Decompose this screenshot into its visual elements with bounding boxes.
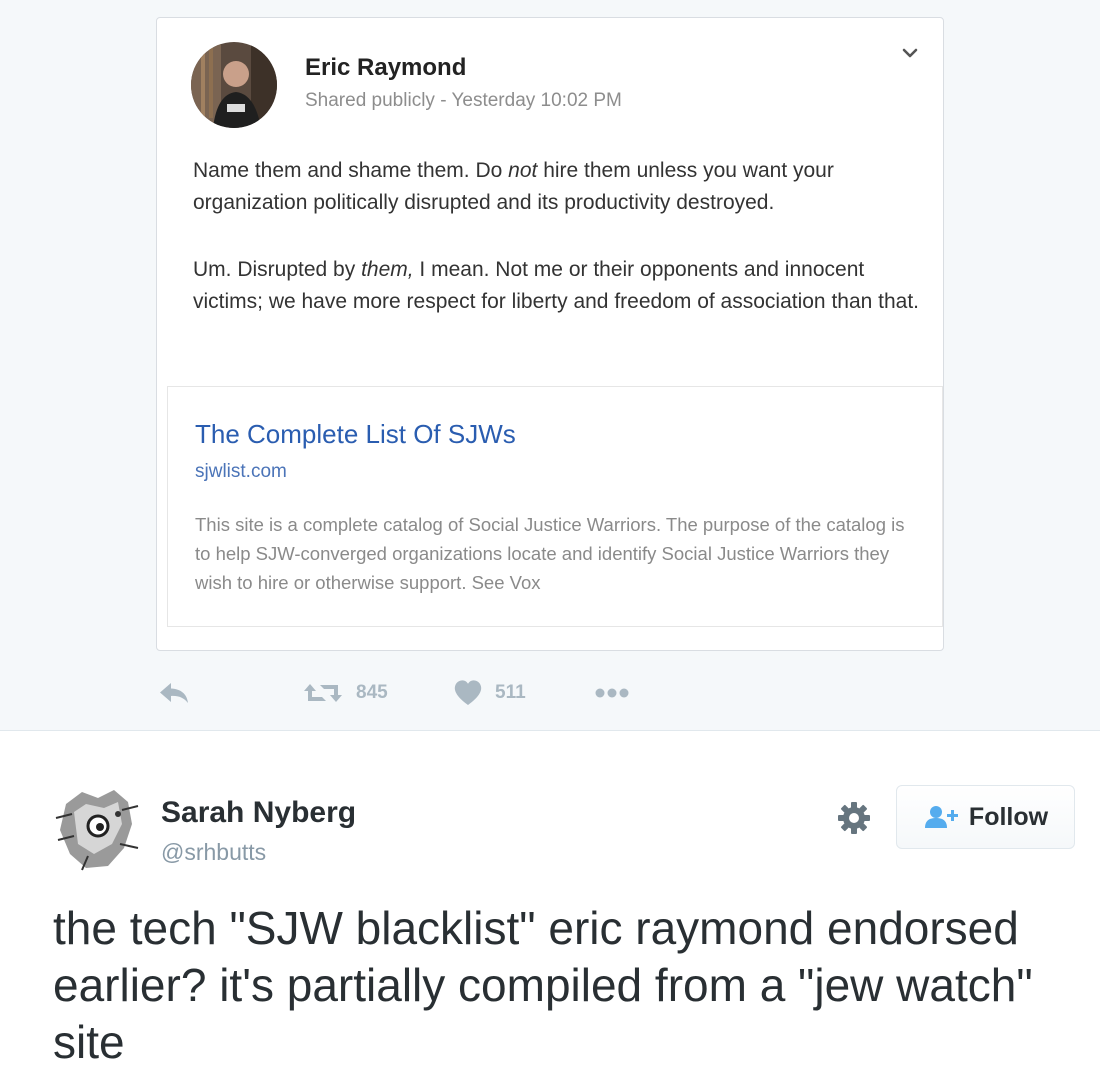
retweet-icon <box>304 684 342 702</box>
retweet-count: 845 <box>356 682 388 703</box>
post-author-name[interactable]: Eric Raymond <box>305 54 466 82</box>
like-button[interactable]: 511 <box>453 677 526 709</box>
more-options-button[interactable] <box>594 677 630 709</box>
link-description: This site is a complete catalog of Socia… <box>195 514 905 593</box>
post-paragraph-2: Um. Disrupted by them, I mean. Not me or… <box>193 258 920 313</box>
follow-label: Follow <box>968 802 1049 831</box>
chevron-down-icon[interactable] <box>901 44 919 62</box>
tweet-author-name[interactable]: Sarah Nyberg <box>161 796 356 830</box>
meta-separator: - <box>434 90 452 111</box>
follow-button[interactable]: Follow <box>896 785 1075 849</box>
tweet-author-handle[interactable]: @srhbutts <box>161 839 266 866</box>
embedded-post-card: Eric Raymond Shared publicly - Yesterday… <box>156 17 944 651</box>
link-preview-card[interactable]: The Complete List Of SJWs sjwlist.com Th… <box>167 386 943 627</box>
post-paragraph-1: Name them and shame them. Do not hire th… <box>193 159 834 214</box>
post-meta: Shared publicly - Yesterday 10:02 PM <box>305 90 622 112</box>
retweet-button[interactable]: 845 <box>302 677 388 709</box>
tweet-header: Sarah Nyberg @srhbutts Follow <box>0 740 1100 890</box>
tweet-author-avatar[interactable] <box>52 784 142 874</box>
post-timestamp[interactable]: Yesterday 10:02 PM <box>451 90 621 111</box>
tweet-actions: 845 511 <box>0 677 700 709</box>
tweet-text: the tech "SJW blacklist" eric raymond en… <box>53 902 1033 1068</box>
link-domain: sjwlist.com <box>195 461 287 482</box>
link-title[interactable]: The Complete List Of SJWs <box>195 419 516 450</box>
like-count: 511 <box>495 682 526 703</box>
gear-icon[interactable] <box>836 800 872 836</box>
add-user-icon <box>924 806 958 828</box>
reply-button[interactable] <box>157 677 191 709</box>
more-dots-icon <box>595 688 629 698</box>
post-body: Name them and shame them. Do not hire th… <box>193 155 933 353</box>
post-author-avatar[interactable] <box>191 42 277 128</box>
reply-icon <box>160 683 188 703</box>
heart-icon <box>454 680 482 705</box>
quoted-area: Eric Raymond Shared publicly - Yesterday… <box>0 0 1100 731</box>
post-visibility: Shared publicly <box>305 90 435 111</box>
